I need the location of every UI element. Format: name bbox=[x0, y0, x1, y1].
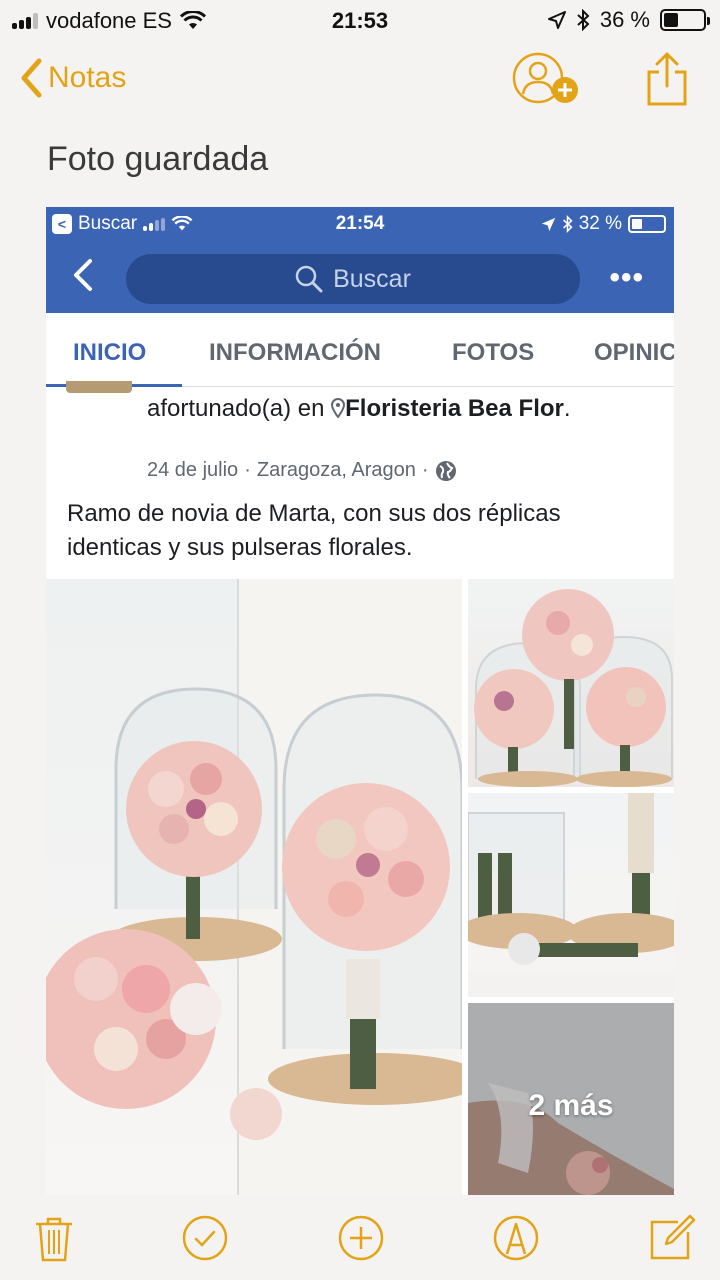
more-icon[interactable]: ••• bbox=[609, 261, 644, 295]
photo-thumb-2[interactable] bbox=[468, 793, 674, 997]
compose-icon[interactable] bbox=[648, 1214, 696, 1262]
post-location[interactable]: Zaragoza, Aragon bbox=[257, 459, 416, 482]
post-meta: 24 de julio · Zaragoza, Aragon · bbox=[147, 459, 457, 482]
photo-thumb-1[interactable] bbox=[468, 579, 674, 787]
fb-search-placeholder: Buscar bbox=[333, 264, 411, 293]
status-bar: vodafone ES 21:53 36 % bbox=[0, 0, 720, 40]
embedded-status-right: 32 % bbox=[541, 213, 666, 235]
embedded-bluetooth-icon bbox=[562, 215, 573, 233]
battery-percent: 36 % bbox=[599, 7, 650, 32]
photo-thumb-more[interactable]: 2 más bbox=[468, 1003, 674, 1195]
tab-informacion[interactable]: INFORMACIÓN bbox=[209, 339, 381, 367]
tab-fotos[interactable]: FOTOS bbox=[452, 339, 534, 367]
post-date[interactable]: 24 de julio bbox=[147, 459, 238, 482]
bouquet-photo-image bbox=[474, 589, 673, 787]
avatar[interactable] bbox=[66, 381, 132, 393]
meta-separator: · bbox=[244, 459, 251, 481]
meta-separator: · bbox=[421, 459, 429, 481]
status-right: 36 % bbox=[547, 7, 710, 33]
page-tabs: INICIO INFORMACIÓN FOTOS OPINIC bbox=[46, 313, 674, 387]
battery-icon bbox=[660, 9, 710, 31]
fb-search-bar[interactable]: Buscar bbox=[126, 254, 580, 304]
chevron-left-icon bbox=[21, 58, 42, 98]
saved-screenshot[interactable]: < Buscar 21:54 32 % Buscar ••• INICIO IN… bbox=[46, 207, 674, 1195]
bottom-toolbar bbox=[0, 1200, 720, 1280]
more-photos-label: 2 más bbox=[528, 1089, 614, 1122]
tab-opiniones[interactable]: OPINIC bbox=[594, 339, 674, 367]
embedded-battery-icon bbox=[628, 215, 666, 233]
embedded-status-bar: < Buscar 21:54 32 % bbox=[46, 207, 674, 241]
photo-main[interactable] bbox=[46, 579, 462, 1195]
location-icon bbox=[547, 11, 566, 29]
search-icon bbox=[295, 265, 323, 293]
place-link[interactable]: Floristeria Bea Flor bbox=[345, 395, 564, 422]
note-title: Foto guardada bbox=[47, 140, 269, 178]
back-label: Notas bbox=[48, 61, 127, 94]
embedded-location-icon bbox=[541, 217, 555, 231]
fb-back-icon[interactable] bbox=[68, 257, 98, 293]
bouquet-photo-image bbox=[468, 793, 674, 997]
tab-inicio[interactable]: INICIO bbox=[73, 339, 146, 367]
post-caption: Ramo de novia de Marta, con sus dos répl… bbox=[67, 500, 561, 561]
pen-icon[interactable] bbox=[492, 1214, 540, 1262]
facebook-nav-bar: Buscar ••• bbox=[46, 241, 674, 313]
checkmark-icon[interactable] bbox=[181, 1214, 229, 1262]
share-icon[interactable] bbox=[644, 52, 690, 108]
post-header: afortunado(a) en Floristeria Bea Flor. bbox=[147, 393, 627, 425]
notes-nav-bar: Notas bbox=[0, 52, 720, 112]
post-head-prefix: afortunado(a) en bbox=[147, 395, 325, 422]
embedded-battery-percent: 32 % bbox=[578, 213, 622, 234]
trash-icon[interactable] bbox=[30, 1214, 78, 1262]
bluetooth-icon bbox=[577, 9, 590, 31]
bouquet-photo-image bbox=[46, 579, 462, 1195]
place-suffix: . bbox=[563, 395, 571, 422]
add-person-icon[interactable] bbox=[512, 52, 584, 108]
plus-icon[interactable] bbox=[337, 1214, 385, 1262]
globe-icon bbox=[435, 460, 456, 481]
back-button[interactable]: Notas bbox=[20, 58, 126, 98]
pin-icon bbox=[331, 398, 346, 418]
